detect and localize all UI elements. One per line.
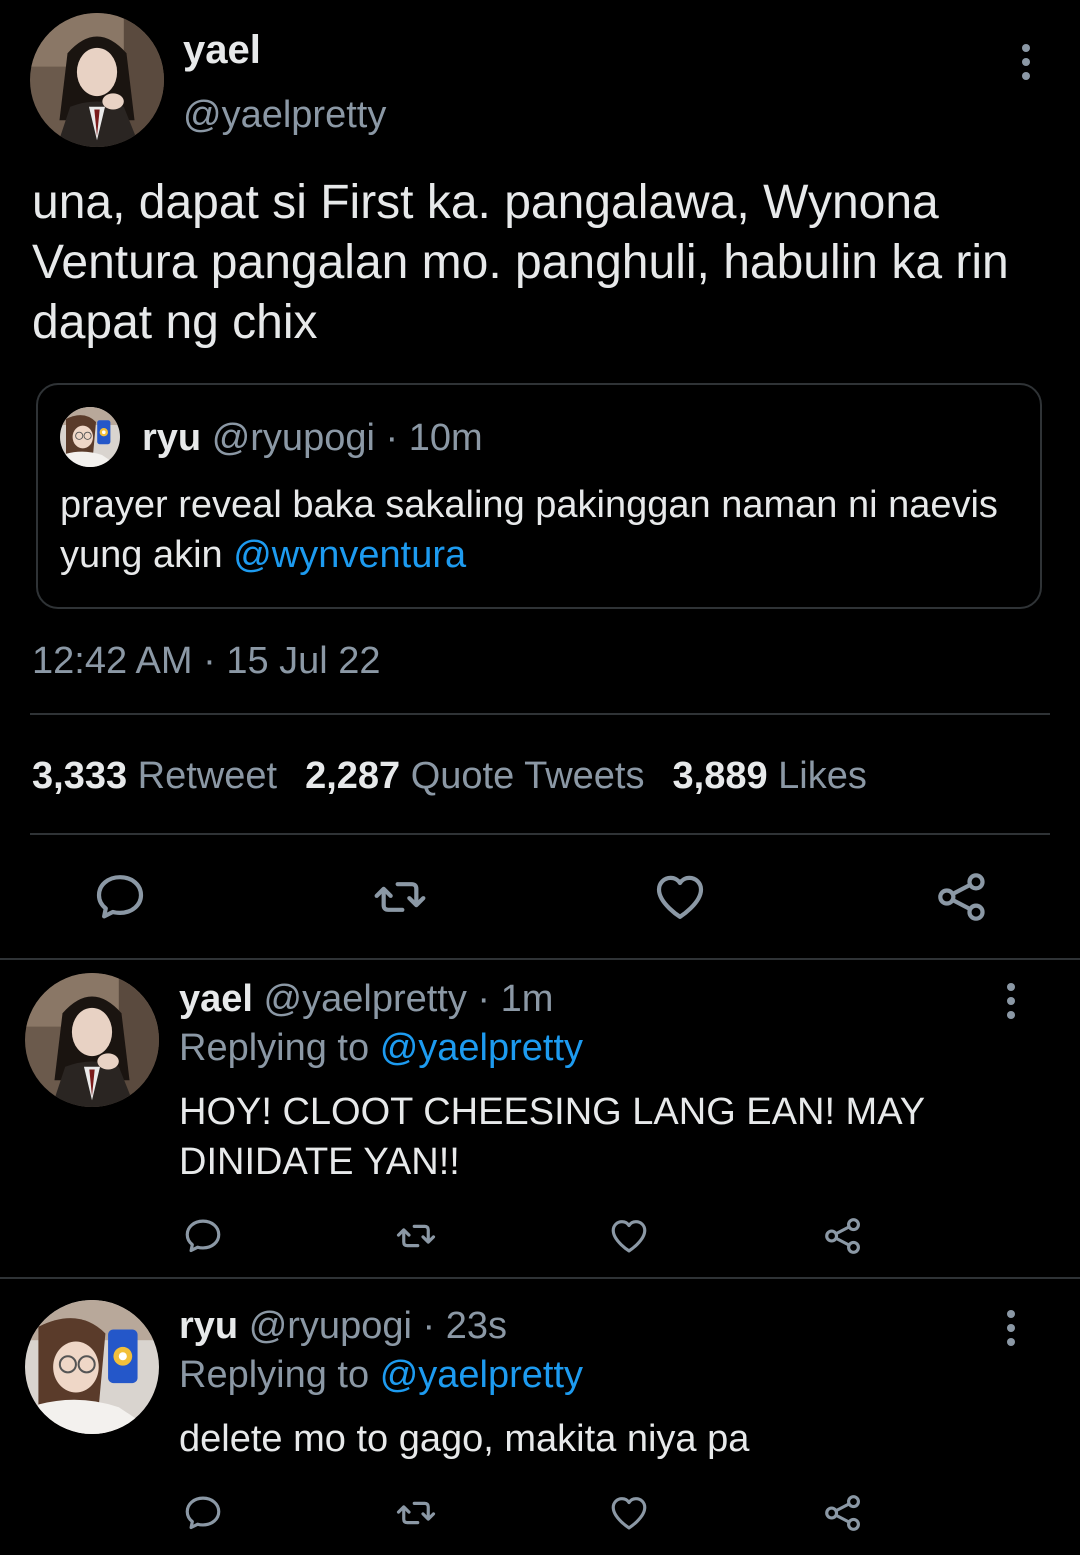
- share-icon[interactable]: [822, 1215, 864, 1257]
- author-name[interactable]: yael: [183, 28, 261, 73]
- replying-to: Replying to @yaelpretty: [179, 1354, 583, 1397]
- reply-icon[interactable]: [182, 1215, 224, 1257]
- author-handle[interactable]: @yaelpretty: [264, 978, 467, 1020]
- replying-prefix: Replying to: [179, 1027, 370, 1069]
- share-icon[interactable]: [934, 869, 990, 925]
- more-options-icon[interactable]: [1006, 1310, 1016, 1352]
- replying-prefix: Replying to: [179, 1354, 370, 1396]
- replying-to: Replying to @yaelpretty: [179, 1027, 583, 1070]
- retweet-icon[interactable]: [370, 869, 430, 925]
- share-icon[interactable]: [822, 1492, 864, 1534]
- like-icon[interactable]: [608, 1492, 650, 1534]
- mention-link[interactable]: @wynventura: [233, 534, 466, 576]
- likes-label: Likes: [778, 755, 867, 797]
- reply-text: HOY! CLOOT CHEESING LANG EAN! MAY DINIDA…: [179, 1091, 925, 1183]
- avatar[interactable]: [25, 973, 159, 1107]
- separator: ·: [477, 978, 491, 1020]
- avatar: [60, 407, 120, 467]
- tweet-timestamp[interactable]: 12:42 AM · 15 Jul 22: [32, 640, 381, 683]
- author-handle[interactable]: @yaelpretty: [183, 94, 386, 137]
- retweets-count: 3,333: [32, 755, 128, 797]
- replying-to-link[interactable]: @yaelpretty: [380, 1027, 583, 1069]
- retweet-icon[interactable]: [393, 1492, 439, 1534]
- retweets-label: Retweet: [137, 755, 278, 797]
- separator: ·: [385, 417, 399, 459]
- quoted-author-handle: @ryupogi: [211, 417, 375, 459]
- retweets-stat[interactable]: 3,333 Retweet: [32, 755, 277, 797]
- author-name[interactable]: yael: [179, 978, 253, 1020]
- separator: ·: [422, 1305, 436, 1347]
- divider: [0, 958, 1080, 960]
- tweet-text: una, dapat si First ka. pangalawa, Wynon…: [32, 176, 1009, 349]
- reply-header: yael @yaelpretty · 1m: [179, 978, 553, 1021]
- reply-icon[interactable]: [182, 1492, 224, 1534]
- tweet-stats: 3,333 Retweet 2,287 Quote Tweets 3,889 Lik…: [32, 755, 895, 798]
- quoted-tweet-text: prayer reveal baka sakaling pakinggan na…: [60, 480, 1020, 580]
- likes-count: 3,889: [672, 755, 768, 797]
- retweet-icon[interactable]: [393, 1215, 439, 1257]
- quoted-tweet-card[interactable]: ryu @ryupogi · 10m prayer reveal baka sa…: [36, 383, 1042, 609]
- replying-to-link[interactable]: @yaelpretty: [380, 1354, 583, 1396]
- like-icon[interactable]: [608, 1215, 650, 1257]
- author-handle[interactable]: @ryupogi: [249, 1305, 412, 1347]
- quotes-label: Quote Tweets: [410, 755, 645, 797]
- avatar[interactable]: [30, 13, 164, 147]
- reply-time: 1m: [500, 978, 554, 1020]
- reply-header: ryu @ryupogi · 23s: [179, 1305, 507, 1348]
- divider: [0, 1277, 1080, 1279]
- reply-icon[interactable]: [92, 869, 148, 925]
- quoted-time: 10m: [408, 417, 483, 459]
- more-options-icon[interactable]: [1006, 983, 1016, 1025]
- likes-stat[interactable]: 3,889 Likes: [673, 755, 867, 797]
- quoted-text-body: prayer reveal baka sakaling pakinggan na…: [60, 484, 998, 576]
- quoted-tweet-header: ryu @ryupogi · 10m: [142, 417, 483, 460]
- reply-time: 23s: [445, 1305, 507, 1347]
- divider: [30, 833, 1050, 835]
- quotes-count: 2,287: [305, 755, 401, 797]
- quotes-stat[interactable]: 2,287 Quote Tweets: [305, 755, 644, 797]
- reply-text: delete mo to gago, makita niya pa: [179, 1418, 750, 1460]
- avatar[interactable]: [25, 1300, 159, 1434]
- like-icon[interactable]: [652, 869, 708, 925]
- quoted-author-name: ryu: [142, 417, 202, 459]
- more-options-icon[interactable]: [1021, 44, 1031, 86]
- divider: [30, 713, 1050, 715]
- author-name[interactable]: ryu: [179, 1305, 238, 1347]
